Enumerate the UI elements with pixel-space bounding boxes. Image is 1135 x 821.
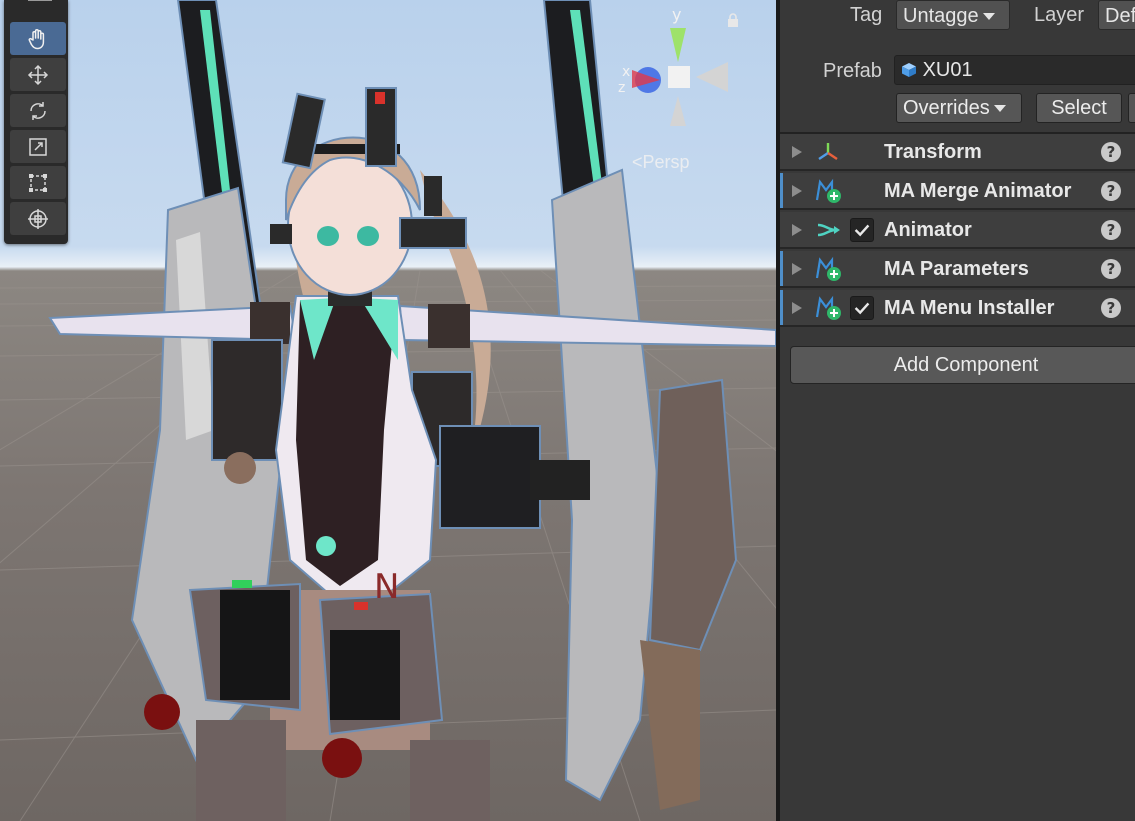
tag-label: Tag bbox=[850, 4, 883, 26]
lock-icon[interactable] bbox=[726, 12, 740, 28]
gizmo-x-label: x bbox=[622, 64, 630, 80]
transform-axes-icon bbox=[818, 143, 838, 160]
arms bbox=[48, 302, 776, 348]
modified-accent-bar bbox=[780, 173, 783, 208]
transform-tool-button[interactable] bbox=[10, 202, 66, 235]
foldout-arrow-icon[interactable] bbox=[792, 263, 802, 275]
help-icon[interactable]: ? bbox=[1101, 298, 1121, 318]
modified-accent-bar bbox=[780, 251, 783, 286]
overrides-dropdown[interactable]: Overrides bbox=[896, 93, 1022, 123]
gizmo-y-axis[interactable] bbox=[670, 28, 686, 62]
add-component-button[interactable]: Add Component bbox=[790, 346, 1135, 384]
layer-dropdown[interactable]: Def bbox=[1098, 0, 1135, 30]
inspector-panel: Tag Untagge Layer Def Prefab XU01 Overri… bbox=[780, 0, 1135, 821]
foldout-arrow-icon[interactable] bbox=[792, 302, 802, 314]
open-button[interactable] bbox=[1128, 93, 1135, 123]
gizmo-y-label: y bbox=[672, 5, 681, 24]
enabled-checkbox[interactable] bbox=[850, 296, 874, 320]
modular-avatar-icon bbox=[815, 178, 841, 203]
help-icon[interactable]: ? bbox=[1101, 142, 1121, 162]
rotate-tool-button[interactable] bbox=[10, 94, 66, 127]
help-icon[interactable]: ? bbox=[1101, 220, 1121, 240]
rect-tool-button[interactable] bbox=[10, 166, 66, 199]
foldout-arrow-icon[interactable] bbox=[792, 146, 802, 158]
rect-icon bbox=[29, 173, 47, 192]
move-tool-button[interactable] bbox=[10, 58, 66, 91]
component-transform[interactable]: Transform ? bbox=[780, 134, 1135, 171]
component-name: MA Merge Animator bbox=[884, 180, 1072, 202]
component-name: MA Parameters bbox=[884, 258, 1029, 280]
hand-tool-button[interactable] bbox=[10, 22, 66, 55]
model-marking: N bbox=[374, 567, 399, 607]
component-name: Animator bbox=[884, 219, 972, 241]
foldout-arrow-icon[interactable] bbox=[792, 224, 802, 236]
head bbox=[270, 87, 467, 296]
overrides-label: Overrides bbox=[903, 97, 990, 119]
scene-view[interactable]: N y x z <Persp bbox=[0, 0, 776, 821]
help-icon[interactable]: ? bbox=[1101, 181, 1121, 201]
checkmark-icon bbox=[854, 302, 870, 315]
prefab-cube-icon bbox=[902, 63, 916, 77]
layer-label: Layer bbox=[1034, 4, 1085, 26]
scale-tool-button[interactable] bbox=[10, 130, 66, 163]
component-ma-parameters[interactable]: MA Parameters ? bbox=[780, 251, 1135, 288]
foldout-arrow-icon[interactable] bbox=[792, 185, 802, 197]
move-icon bbox=[27, 64, 49, 85]
tag-dropdown-value: Untagge bbox=[903, 5, 979, 27]
prefab-name: XU01 bbox=[922, 59, 973, 81]
projection-label[interactable]: <Persp bbox=[632, 152, 690, 173]
component-name: MA Menu Installer bbox=[884, 297, 1055, 319]
chevron-down-icon bbox=[993, 105, 1006, 113]
modular-avatar-icon bbox=[815, 295, 841, 320]
enabled-checkbox[interactable] bbox=[850, 218, 874, 242]
scale-icon bbox=[29, 137, 47, 156]
tag-dropdown[interactable]: Untagge bbox=[896, 0, 1010, 30]
gizmo-z-label: z bbox=[618, 80, 625, 96]
transform-icon bbox=[28, 208, 48, 229]
prefab-field[interactable]: XU01 bbox=[894, 55, 1135, 85]
palette-grip-icon[interactable] bbox=[28, 0, 52, 4]
projection-label-text: Persp bbox=[642, 152, 690, 172]
component-ma-merge-animator[interactable]: MA Merge Animator ? bbox=[780, 173, 1135, 210]
chevron-down-icon bbox=[982, 13, 995, 21]
modular-avatar-icon bbox=[815, 256, 841, 281]
modified-accent-bar bbox=[780, 290, 783, 325]
animator-icon bbox=[817, 223, 840, 237]
layer-dropdown-value: Def bbox=[1105, 5, 1135, 27]
rotate-icon bbox=[30, 101, 46, 120]
select-button[interactable]: Select bbox=[1036, 93, 1122, 123]
component-animator[interactable]: Animator ? bbox=[780, 212, 1135, 249]
help-icon[interactable]: ? bbox=[1101, 259, 1121, 279]
prefab-label: Prefab bbox=[823, 60, 882, 82]
component-name: Transform bbox=[884, 141, 982, 163]
hand-icon bbox=[28, 28, 45, 49]
checkmark-icon bbox=[854, 224, 870, 237]
scene-tool-palette bbox=[4, 0, 68, 244]
component-ma-menu-installer[interactable]: MA Menu Installer ? bbox=[780, 290, 1135, 327]
